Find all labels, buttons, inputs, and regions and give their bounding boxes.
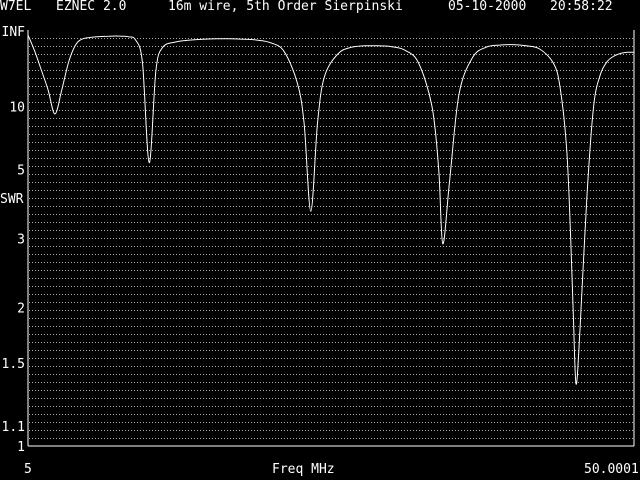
- y-tick-label: INF: [2, 25, 26, 40]
- x-tick-label-min: 5: [24, 462, 32, 477]
- y-tick-label: 10: [9, 100, 25, 115]
- y-tick-labels: INF 10 5 3 2 1.5 1.1 1: [2, 25, 26, 455]
- y-tick-label: 1: [17, 440, 25, 455]
- y-tick-label: 5: [17, 163, 25, 178]
- x-axis-label: Freq MHz: [272, 462, 335, 477]
- swr-series-line: [27, 34, 635, 385]
- grid-lines: [29, 38, 633, 439]
- y-tick-label: 3: [17, 233, 25, 248]
- swr-plot: INF 10 5 3 2 1.5 1.1 1 SWR: [0, 25, 635, 455]
- y-tick-label: 1.1: [2, 420, 25, 435]
- y-axis-label: SWR: [0, 192, 24, 207]
- y-tick-label: 2: [17, 302, 25, 317]
- x-tick-label-max: 50.0001: [584, 462, 639, 477]
- y-tick-label: 1.5: [2, 357, 25, 372]
